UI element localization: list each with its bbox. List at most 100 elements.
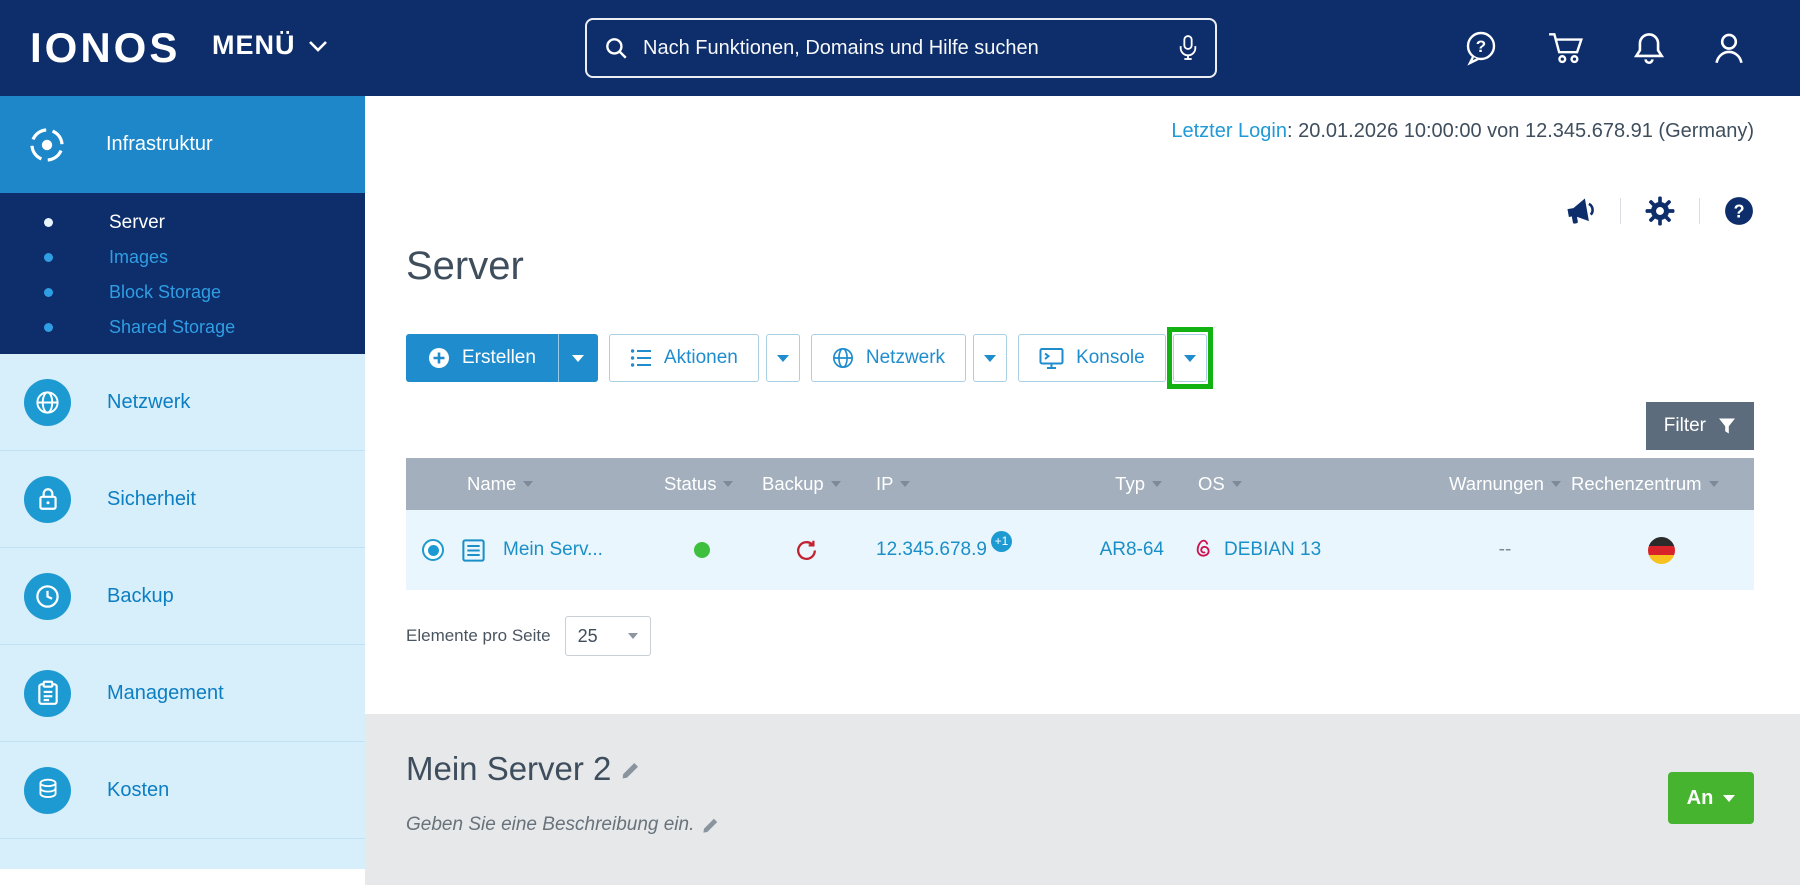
server-detail-title: Mein Server 2 — [406, 750, 612, 787]
chat-help-icon[interactable]: ? — [1463, 30, 1499, 66]
sidebar-item-label: Kosten — [107, 778, 170, 801]
cell-rechenzentrum — [1569, 536, 1754, 564]
console-button[interactable]: Konsole — [1018, 334, 1166, 382]
warnings-value: -- — [1498, 539, 1512, 560]
sidebar-item-sicherheit[interactable]: Sicherheit — [0, 451, 365, 548]
pagination: Elemente pro Seite 25 — [406, 616, 651, 656]
cart-icon[interactable] — [1547, 31, 1585, 65]
edit-title-pencil-icon[interactable] — [621, 761, 640, 780]
megaphone-icon[interactable] — [1564, 197, 1596, 225]
row-radio-selected[interactable] — [422, 539, 444, 561]
column-header-backup[interactable]: Backup — [756, 473, 868, 495]
server-detail-panel: Mein Server 2 Geben Sie eine Beschreibun… — [365, 714, 1800, 885]
network-dropdown-button[interactable] — [973, 334, 1008, 382]
main-content: Letzter Login: 20.01.2026 10:00:00 von 1… — [365, 96, 1800, 714]
column-label: Backup — [762, 473, 824, 494]
sidebar-item-infrastruktur[interactable]: Infrastruktur — [0, 96, 365, 193]
sidebar: Infrastruktur Server Images Block Storag… — [0, 96, 365, 885]
microphone-icon[interactable] — [1177, 33, 1199, 63]
menu-button[interactable]: MENÜ — [212, 30, 328, 61]
last-login-line: Letzter Login: 20.01.2026 10:00:00 von 1… — [1171, 120, 1754, 143]
user-account-icon[interactable] — [1713, 31, 1745, 65]
bullet-icon — [44, 218, 53, 227]
sidebar-item-backup[interactable]: Backup — [0, 548, 365, 645]
submenu-item-server[interactable]: Server — [0, 205, 365, 240]
caret-down-icon — [984, 354, 997, 362]
column-label: Rechenzentrum — [1571, 473, 1702, 494]
items-per-page-select[interactable]: 25 — [564, 616, 651, 656]
debian-icon — [1196, 539, 1210, 556]
search-input[interactable] — [643, 36, 1163, 60]
sort-caret-icon — [1708, 481, 1719, 487]
plus-circle-icon — [429, 348, 449, 368]
column-header-os[interactable]: OS — [1186, 473, 1441, 495]
submenu-item-shared-storage[interactable]: Shared Storage — [0, 310, 365, 345]
divider — [1699, 198, 1700, 224]
gear-icon[interactable] — [1645, 196, 1675, 226]
ip-count-badge[interactable]: +1 — [990, 530, 1012, 552]
create-dropdown-button[interactable] — [557, 334, 598, 382]
help-icon[interactable]: ? — [1724, 196, 1754, 226]
lock-icon — [24, 475, 71, 523]
actions-button[interactable]: Aktionen — [608, 334, 759, 382]
header-icon-group: ? — [1463, 0, 1745, 96]
sort-caret-icon — [1550, 481, 1561, 487]
column-header-warnungen[interactable]: Warnungen — [1441, 473, 1569, 495]
sidebar-item-netzwerk[interactable]: Netzwerk — [0, 354, 365, 451]
sidebar-item-label: Backup — [107, 584, 174, 607]
cell-name: Mein Serv... — [406, 537, 656, 564]
column-header-rechenzentrum[interactable]: Rechenzentrum — [1569, 473, 1754, 495]
console-icon — [1039, 347, 1064, 369]
server-name-link[interactable]: Mein Serv... — [503, 539, 603, 561]
column-label: OS — [1198, 473, 1225, 494]
bell-icon[interactable] — [1633, 31, 1665, 65]
column-header-ip[interactable]: IP — [868, 473, 1086, 495]
funnel-icon — [1719, 418, 1735, 434]
column-header-name[interactable]: Name — [406, 473, 656, 495]
cell-ip: 12.345.678.9 +1 — [868, 530, 1086, 561]
caret-down-icon — [1723, 794, 1736, 802]
submenu-item-label: Block Storage — [109, 282, 222, 302]
column-header-typ[interactable]: Typ — [1086, 473, 1186, 495]
sidebar-item-label: Management — [107, 681, 224, 704]
submenu-item-label: Shared Storage — [109, 317, 236, 337]
power-state-button[interactable]: An — [1668, 772, 1754, 824]
column-label: IP — [876, 473, 894, 494]
sort-caret-icon — [723, 481, 734, 487]
list-icon — [630, 349, 651, 367]
filter-button[interactable]: Filter — [1645, 402, 1754, 450]
caret-down-icon — [572, 354, 585, 362]
items-per-page-label: Elemente pro Seite — [406, 626, 551, 645]
sidebar-item-management[interactable]: Management — [0, 645, 365, 742]
create-button[interactable]: Erstellen — [406, 334, 558, 382]
bullet-icon — [44, 253, 53, 262]
column-header-status[interactable]: Status — [656, 473, 756, 495]
column-label: Name — [467, 473, 517, 494]
german-flag-icon — [1648, 536, 1675, 564]
detail-description-row: Geben Sie eine Beschreibung ein. — [406, 814, 719, 836]
submenu-item-block-storage[interactable]: Block Storage — [0, 275, 365, 310]
sort-caret-icon — [830, 481, 841, 487]
console-dropdown-button[interactable] — [1166, 327, 1213, 389]
sidebar-item-kosten[interactable]: Kosten — [0, 742, 365, 839]
divider — [1620, 198, 1621, 224]
server-table: Name Status Backup IP Typ OS Warnungen R… — [406, 458, 1754, 590]
top-bar: IONOS MENÜ ? — [0, 0, 1800, 96]
ip-link[interactable]: 12.345.678.9 — [876, 539, 987, 561]
submenu-item-images[interactable]: Images — [0, 240, 365, 275]
os-value: DEBIAN 13 — [1224, 539, 1322, 560]
network-button-group: Netzwerk — [810, 334, 1008, 382]
edit-description-pencil-icon[interactable] — [702, 817, 719, 834]
console-button-group: Konsole — [1018, 327, 1213, 389]
console-button-label: Konsole — [1076, 347, 1145, 368]
search-icon — [606, 38, 627, 59]
sort-caret-icon — [1152, 481, 1162, 487]
toolbar: Erstellen Aktionen Netzwerk Konsole — [406, 327, 1213, 389]
actions-dropdown-button[interactable] — [765, 334, 800, 382]
network-button[interactable]: Netzwerk — [810, 334, 967, 382]
search-bar[interactable] — [585, 18, 1217, 78]
cell-os: DEBIAN 13 — [1186, 538, 1441, 563]
column-label: Status — [664, 473, 717, 494]
table-row[interactable]: Mein Serv... 12.345.678.9 +1 AR8-64 DEBI… — [406, 510, 1754, 590]
column-label: Typ — [1115, 473, 1145, 494]
